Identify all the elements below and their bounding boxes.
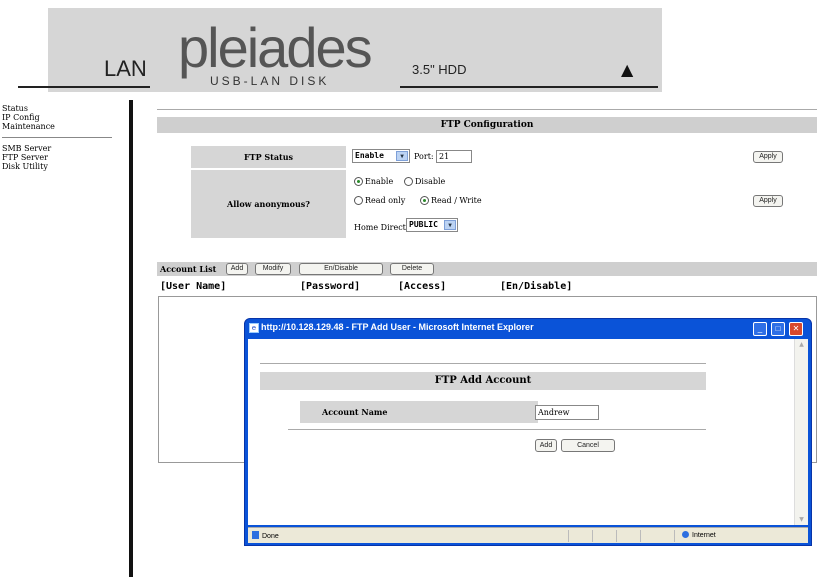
triangle-logo-icon: ▲ — [621, 60, 634, 79]
chevron-down-icon: ▼ — [396, 151, 408, 161]
popup-scrollbar[interactable]: ▲ ▼ — [794, 339, 808, 525]
apply-anonymous-button[interactable]: Apply — [753, 195, 783, 207]
port-input[interactable]: 21 — [436, 150, 472, 163]
product-subtitle: USB-LAN DISK — [210, 74, 330, 88]
status-divider — [616, 530, 617, 542]
popup-add-button[interactable]: Add — [535, 439, 557, 452]
security-zone-label: Internet — [692, 532, 716, 539]
popup-title: http://10.128.129.48 - FTP Add User - Mi… — [261, 322, 534, 332]
nav-maintenance[interactable]: Maintenance — [2, 122, 122, 131]
anon-enable-label: Enable — [365, 177, 394, 186]
popup-content: FTP Add Account Account Name Andrew Add … — [248, 339, 808, 525]
ftp-status-select[interactable]: Enable ▼ — [352, 149, 410, 163]
globe-icon — [682, 531, 689, 538]
ie-page-icon: e — [249, 323, 259, 333]
ftp-config-title: FTP Configuration — [157, 117, 817, 133]
sidebar-nav: Status IP Config Maintenance SMB Server … — [2, 104, 122, 171]
apply-status-button[interactable]: Apply — [753, 151, 783, 163]
scroll-up-icon[interactable]: ▲ — [797, 341, 806, 348]
close-icon[interactable]: ✕ — [789, 322, 803, 336]
minimize-icon[interactable]: _ — [753, 322, 767, 336]
add-user-popup-window[interactable]: e http://10.128.129.48 - FTP Add User - … — [244, 318, 812, 546]
account-name-input[interactable]: Andrew — [535, 405, 599, 420]
page-icon — [252, 531, 259, 539]
chevron-down-icon: ▼ — [444, 220, 456, 230]
nav-ip-config[interactable]: IP Config — [2, 113, 122, 122]
port-label: Port: — [414, 152, 434, 161]
nav-ftp-server[interactable]: FTP Server — [2, 153, 122, 162]
account-name-label: Account Name — [300, 401, 538, 423]
nav-smb-server[interactable]: SMB Server — [2, 144, 122, 153]
modify-account-button[interactable]: Modify — [255, 263, 291, 275]
column-en-disable: [En/Disable] — [500, 281, 573, 292]
add-account-title: FTP Add Account — [260, 372, 706, 390]
status-done: Done — [252, 531, 279, 540]
status-divider — [674, 530, 675, 542]
status-done-label: Done — [262, 533, 279, 540]
ftp-status-value: Enable — [355, 151, 384, 160]
divider — [18, 86, 150, 88]
product-model: 3.5" HDD — [412, 62, 467, 77]
radio-icon[interactable] — [354, 196, 363, 205]
read-write-label: Read / Write — [431, 196, 482, 205]
column-access: [Access] — [398, 281, 447, 292]
maximize-icon[interactable]: □ — [771, 322, 785, 336]
nav-disk-utility[interactable]: Disk Utility — [2, 162, 122, 171]
sidebar-divider — [129, 100, 133, 577]
status-divider — [592, 530, 593, 542]
column-user-name: [User Name] — [160, 281, 227, 292]
status-divider — [640, 530, 641, 542]
home-directory-value: PUBLIC — [409, 220, 438, 229]
divider — [400, 86, 658, 88]
allow-anonymous-label: Allow anonymous? — [191, 170, 346, 238]
nav-separator — [2, 137, 112, 138]
divider — [288, 429, 706, 430]
section-title: LAN — [104, 56, 147, 81]
anon-enable-option[interactable]: Enable — [354, 177, 393, 186]
enable-disable-account-button[interactable]: En/Disable — [299, 263, 383, 275]
scroll-down-icon[interactable]: ▼ — [797, 516, 806, 523]
radio-icon[interactable] — [404, 177, 413, 186]
divider — [157, 109, 817, 110]
divider — [260, 363, 706, 364]
popup-statusbar: Done Internet — [248, 527, 808, 543]
column-password: [Password] — [300, 281, 361, 292]
ftp-status-label: FTP Status — [191, 146, 346, 168]
radio-selected-icon[interactable] — [420, 196, 429, 205]
radio-selected-icon[interactable] — [354, 177, 363, 186]
anon-disable-option[interactable]: Disable — [404, 177, 445, 186]
account-list-label: Account List — [160, 264, 217, 274]
nav-status[interactable]: Status — [2, 104, 122, 113]
anon-disable-label: Disable — [415, 177, 446, 186]
delete-account-button[interactable]: Delete — [390, 263, 434, 275]
read-write-option[interactable]: Read / Write — [420, 196, 482, 205]
security-zone: Internet — [682, 531, 716, 539]
read-only-label: Read only — [365, 196, 406, 205]
read-only-option[interactable]: Read only — [354, 196, 405, 205]
product-logo: pleiades — [178, 16, 373, 79]
popup-cancel-button[interactable]: Cancel — [561, 439, 615, 452]
home-directory-select[interactable]: PUBLIC ▼ — [406, 218, 458, 232]
status-divider — [568, 530, 569, 542]
add-account-button[interactable]: Add — [226, 263, 248, 275]
